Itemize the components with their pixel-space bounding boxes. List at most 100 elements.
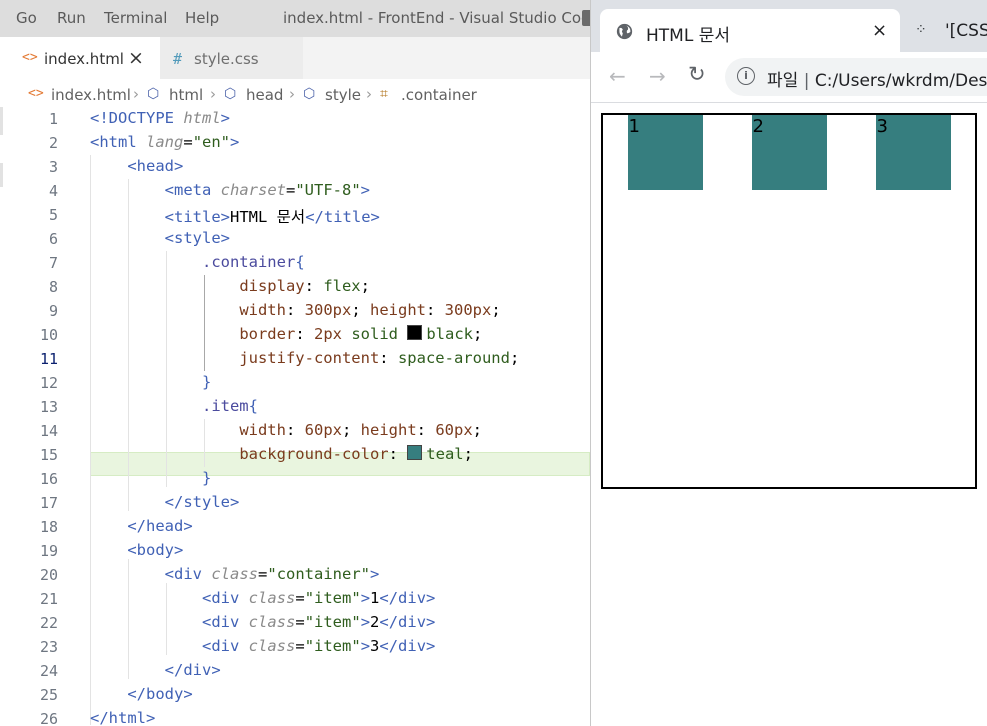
back-arrow-icon[interactable]: ← [609,64,626,88]
code-line-active: 11 justify-content: space-around; [0,347,590,371]
globe-icon [616,23,633,40]
breadcrumb-item-index-html[interactable]: index.html [51,86,131,104]
code-line: 17 </style> [0,491,590,515]
cube-icon: ⬡ [303,86,316,102]
code-line: 5 <title>HTML 문서</title> [0,203,590,227]
close-icon[interactable]: × [872,20,887,41]
close-icon[interactable]: × [128,47,144,69]
code-text: <!DOCTYPE html> [90,109,231,127]
line-number: 19 [39,542,58,560]
flex-item: 3 [875,115,951,190]
code-line: 18 </head> [0,515,590,539]
color-swatch-black[interactable] [407,325,423,340]
color-swatch-teal[interactable] [407,445,423,460]
code-line: 1 <!DOCTYPE html> [0,107,590,131]
forward-arrow-icon[interactable]: → [649,64,666,88]
address-text[interactable]: 파일 | C:/Users/wkrdm/Des [767,66,987,91]
code-text: <div class="item">1</div> [201,589,436,607]
code-text: <head> [127,157,184,175]
line-number: 14 [39,422,58,440]
code-text: justify-content: space-around; [239,349,520,367]
line-number: 13 [39,398,58,416]
line-number: 23 [39,638,58,656]
menu-terminal[interactable]: Terminal [104,9,167,27]
line-number: 6 [48,230,58,248]
menu-bar: Go Run Terminal Help index.html - FrontE… [0,0,590,37]
line-number: 18 [39,518,58,536]
code-line: 19 <body> [0,539,590,563]
vscode-window: Go Run Terminal Help index.html - FrontE… [0,0,590,726]
menu-run[interactable]: Run [57,9,86,27]
browser-tab-title: '[CSS] [945,21,987,41]
menu-go[interactable]: Go [16,9,37,27]
layout-toggle-icon[interactable] [582,10,590,26]
code-line: 7 .container{ [0,251,590,275]
code-text: <style> [164,229,231,247]
code-line: 26 </html> [0,707,590,726]
code-text: display: flex; [239,277,370,295]
reload-icon[interactable]: ↻ [688,62,706,86]
code-line: 12 } [0,371,590,395]
browser-tab[interactable]: ⁘ '[CSS] [909,9,987,52]
editor-tab-bar: <> index.html × # style.css [0,37,590,79]
flex-item: 1 [627,115,703,190]
menu-help[interactable]: Help [185,9,219,27]
browser-window: HTML 문서 × ⁘ '[CSS] ← → ↻ i 파일 | C:/Users… [590,0,987,726]
chevron-right-icon: › [366,85,372,103]
breadcrumb-item-head[interactable]: head [246,86,283,104]
info-icon[interactable]: i [737,67,755,85]
tab-style-css[interactable]: # style.css [160,37,303,79]
tab-index-html[interactable]: <> index.html × [0,37,160,79]
code-line: 14 width: 60px; height: 60px; [0,419,590,443]
code-text: <html lang="en"> [90,133,240,151]
line-number: 16 [39,470,58,488]
code-text: <title>HTML 문서</title> [164,208,380,226]
line-number: 21 [39,590,58,608]
breadcrumb-item-html[interactable]: html [169,86,203,104]
browser-tab-strip: HTML 문서 × ⁘ '[CSS] [591,0,987,52]
code-text: <meta charset="UTF-8"> [164,181,371,199]
code-line: 6 <style> [0,227,590,251]
line-number: 15 [39,446,58,464]
tab-label: style.css [194,50,259,68]
address-bar[interactable]: i 파일 | C:/Users/wkrdm/Des [725,58,987,96]
code-line: 23 <div class="item">3</div> [0,635,590,659]
line-number: 12 [39,374,58,392]
line-number: 22 [39,614,58,632]
code-text: </head> [127,517,193,535]
code-line: 16 } [0,467,590,491]
flex-container: 1 2 3 [601,113,977,489]
line-number: 5 [48,206,58,224]
browser-tab-active[interactable]: HTML 문서 × [600,9,900,52]
code-editor[interactable]: 1 <!DOCTYPE html> 2 <html lang="en"> 3 <… [0,107,590,726]
code-line: 21 <div class="item">1</div> [0,587,590,611]
dots-icon: ⁘ [915,22,927,38]
line-number: 4 [48,182,58,200]
code-line: 15 background-color: teal; [0,443,590,467]
breadcrumb: <> index.html › ⬡ html › ⬡ head › ⬡ styl… [0,79,590,109]
css-file-icon: # [173,50,183,68]
tab-label: index.html [44,50,124,68]
cube-icon: ⬡ [224,86,237,102]
code-text: background-color: teal; [239,445,473,463]
code-line: 22 <div class="item">2</div> [0,611,590,635]
line-number: 3 [48,158,58,176]
code-text: <div class="container"> [164,565,380,583]
code-line: 4 <meta charset="UTF-8"> [0,179,590,203]
line-number: 2 [48,134,58,152]
code-text: <div class="item">3</div> [201,637,436,655]
cube-icon: ⬡ [147,86,160,102]
code-text: </body> [127,685,193,703]
code-text: <div class="item">2</div> [201,613,436,631]
code-line: 24 </div> [0,659,590,683]
line-number: 11 [39,350,58,368]
line-number: 25 [39,686,58,704]
code-line: 3 <head> [0,155,590,179]
code-text: width: 300px; height: 300px; [239,301,501,319]
code-text: .container{ [201,253,305,271]
page-viewport: 1 2 3 [591,103,987,726]
breadcrumb-item-container[interactable]: .container [401,86,477,104]
breadcrumb-item-style[interactable]: style [325,86,361,104]
code-line: 10 border: 2px solid black; [0,323,590,347]
line-number: 9 [48,302,58,320]
